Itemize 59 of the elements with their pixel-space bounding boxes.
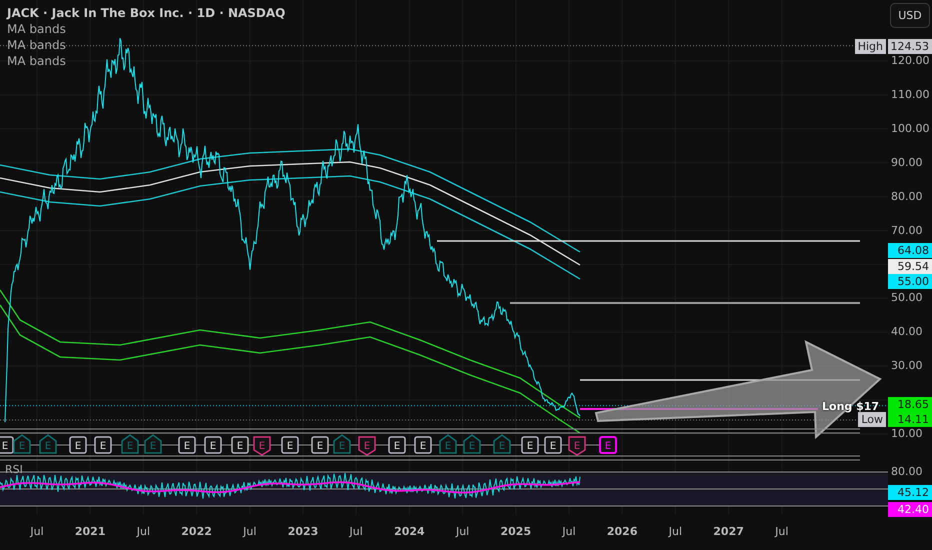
indicator-label[interactable]: MA bands [7, 22, 286, 37]
position-label: Long $17 [822, 400, 880, 413]
price-tick: 110.00 [891, 88, 930, 102]
earnings-marker[interactable]: E [358, 436, 376, 456]
price-tick: 70.00 [891, 224, 922, 238]
earnings-marker[interactable]: E [388, 436, 406, 454]
symbol-title: JACK · Jack In The Box Inc. · 1D · NASDAQ [7, 6, 286, 21]
price-tick: 50.00 [891, 291, 922, 306]
price-tag: 59.54 [888, 259, 932, 274]
earnings-marker[interactable]: E [544, 436, 562, 454]
earnings-marker[interactable]: E [599, 436, 617, 454]
time-label: 2027 [713, 525, 744, 538]
rsi-tick: 80.00 [891, 465, 922, 479]
price-tag-label: High [854, 39, 886, 54]
time-label: 2022 [181, 525, 212, 538]
price-tag-label: Low [858, 412, 886, 427]
price-tick: 100.00 [891, 122, 930, 136]
earnings-marker[interactable]: E [521, 436, 539, 454]
price-tick: 10.00 [891, 426, 922, 441]
earnings-marker[interactable]: E [94, 436, 112, 454]
indicator-label[interactable]: MA bands [7, 38, 286, 53]
time-label: 2025 [500, 525, 532, 538]
earnings-marker[interactable]: E [414, 436, 432, 454]
indicator-label[interactable]: MA bands [7, 54, 286, 69]
price-tick: 40.00 [891, 325, 922, 340]
rsi-tag: 42.40 [888, 502, 932, 517]
earnings-marker[interactable]: E [281, 436, 299, 454]
earnings-marker[interactable]: E [568, 436, 586, 456]
earnings-marker[interactable]: E [178, 436, 196, 454]
time-label: 2024 [394, 525, 425, 538]
time-label: Jul [456, 525, 470, 538]
price-tag: 124.53 [888, 39, 932, 54]
time-label: Jul [243, 525, 256, 538]
earnings-marker[interactable]: E [253, 436, 271, 456]
time-label: Jul [136, 525, 150, 538]
currency-button[interactable]: USD [890, 3, 930, 28]
price-tick: 90.00 [891, 156, 922, 170]
price-tag: 18.65 [888, 397, 932, 412]
time-label: Jul [350, 525, 363, 538]
price-tick: 80.00 [891, 190, 922, 204]
earnings-marker[interactable]: E [231, 436, 249, 454]
price-tag: 55.00 [888, 274, 932, 289]
time-label: 2026 [606, 525, 638, 538]
arrow-drawing[interactable] [594, 340, 882, 440]
time-label: Jul [30, 525, 44, 538]
time-label: Jul [562, 525, 576, 538]
price-tick: 120.00 [891, 54, 930, 68]
time-label: Jul [668, 525, 682, 538]
earnings-marker[interactable]: E [204, 436, 222, 454]
price-tag: 64.08 [888, 243, 932, 258]
time-label: 2021 [74, 525, 106, 538]
earnings-marker[interactable]: E [0, 436, 14, 454]
rsi-tag: 45.12 [888, 485, 932, 500]
time-label: Jul [775, 525, 788, 538]
price-tag: 14.11 [888, 412, 932, 427]
earnings-marker[interactable]: E [69, 436, 87, 454]
time-label: 2023 [288, 525, 318, 538]
earnings-marker[interactable]: E [311, 436, 329, 454]
price-tick: 30.00 [891, 359, 922, 374]
